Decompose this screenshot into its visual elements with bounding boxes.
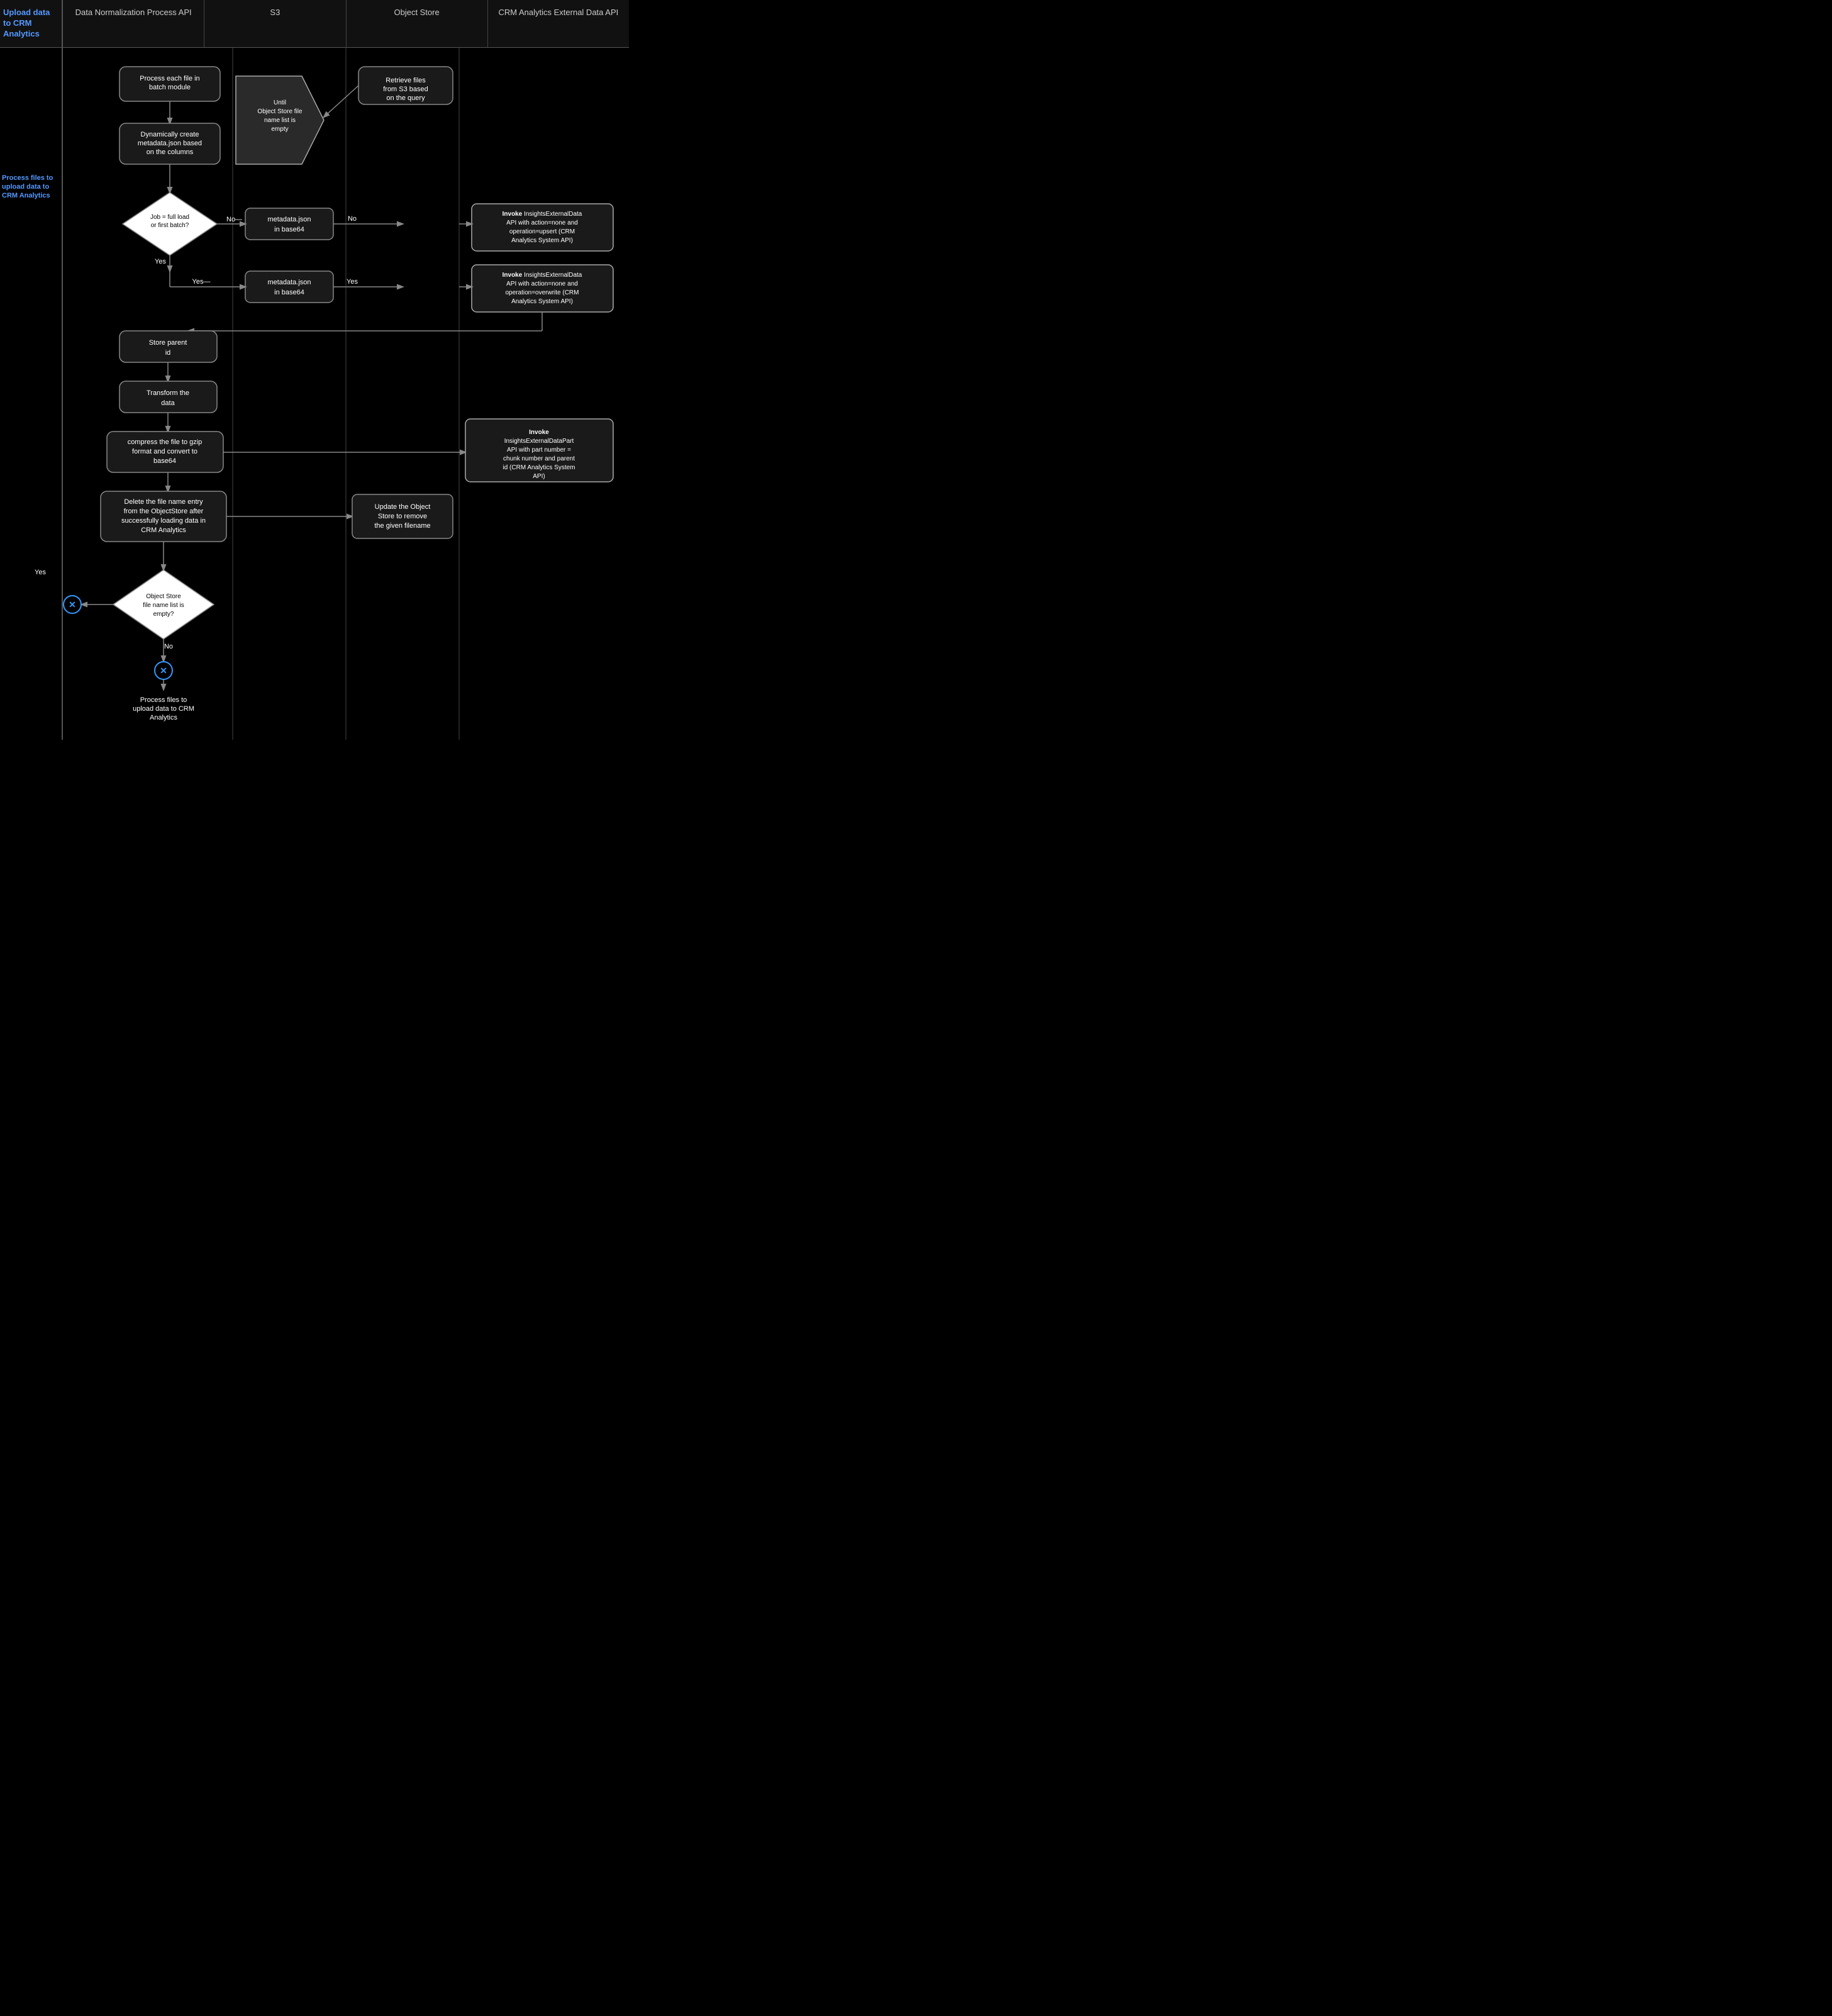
svg-text:Store parent: Store parent <box>149 339 187 347</box>
svg-text:Yes: Yes <box>347 278 358 286</box>
svg-text:API with action=none and: API with action=none and <box>506 281 578 287</box>
svg-text:on the columns: on the columns <box>147 148 194 156</box>
header-left-spacer: Upload data to CRM Analytics <box>0 0 63 47</box>
svg-text:Update the Object: Update the Object <box>375 503 431 511</box>
svg-text:Store to remove: Store to remove <box>378 513 427 520</box>
svg-text:base64: base64 <box>153 457 176 465</box>
svg-text:on the query: on the query <box>386 94 425 102</box>
svg-text:InsightsExternalDataPart: InsightsExternalDataPart <box>504 438 574 445</box>
svg-text:from the ObjectStore after: from the ObjectStore after <box>124 508 204 515</box>
svg-text:Until: Until <box>274 99 286 106</box>
svg-text:metadata.json based: metadata.json based <box>138 140 202 147</box>
svg-text:Dynamically create: Dynamically create <box>141 131 199 138</box>
diagram-svg: Process each file in batch module Until … <box>63 48 629 740</box>
svg-text:Analytics: Analytics <box>150 714 178 721</box>
svg-text:Delete the file name entry: Delete the file name entry <box>124 498 203 506</box>
svg-text:the given filename: the given filename <box>374 522 430 530</box>
svg-text:Process each file in: Process each file in <box>140 75 199 82</box>
lane2-header: S3 <box>204 0 346 47</box>
svg-text:name list is: name list is <box>264 117 296 124</box>
svg-text:Object Store file: Object Store file <box>257 108 303 115</box>
svg-text:operation=overwrite (CRM: operation=overwrite (CRM <box>506 289 579 296</box>
svg-text:Transform the: Transform the <box>147 389 189 397</box>
svg-text:metadata.json: metadata.json <box>267 216 311 223</box>
svg-text:batch module: batch module <box>149 84 191 91</box>
svg-text:in base64: in base64 <box>274 226 304 233</box>
svg-text:✕: ✕ <box>160 666 167 676</box>
svg-text:No—: No— <box>226 216 242 223</box>
svg-text:✕: ✕ <box>69 599 76 610</box>
diagram-area: Process each file in batch module Until … <box>63 48 629 740</box>
svg-text:API with part number =: API with part number = <box>507 447 571 454</box>
svg-text:Retrieve files: Retrieve files <box>386 77 426 84</box>
svg-text:empty?: empty? <box>153 611 174 618</box>
lane3-header: Object Store <box>347 0 488 47</box>
content-area: Process files to upload data to CRM Anal… <box>0 48 629 740</box>
svg-text:Object Store: Object Store <box>146 593 181 600</box>
svg-text:Process files to: Process files to <box>140 696 187 704</box>
left-label-yes: Yes <box>35 569 46 576</box>
svg-text:in base64: in base64 <box>274 289 304 296</box>
svg-text:format and convert to: format and convert to <box>132 448 197 455</box>
svg-text:file name list is: file name list is <box>143 602 184 609</box>
lane4-header: CRM Analytics External Data API <box>488 0 629 47</box>
left-label-process: Process files to upload data to CRM Anal… <box>2 174 58 201</box>
svg-text:data: data <box>161 399 175 407</box>
svg-text:API with action=none and: API with action=none and <box>506 220 578 226</box>
svg-text:Yes—: Yes— <box>192 278 211 286</box>
svg-text:from S3 based: from S3 based <box>383 86 428 93</box>
svg-text:empty: empty <box>271 126 288 133</box>
svg-text:Invoke InsightsExternalData: Invoke InsightsExternalData <box>502 211 582 218</box>
svg-text:No: No <box>348 215 357 223</box>
svg-text:metadata.json: metadata.json <box>267 279 311 286</box>
diagram-title: Upload data to CRM Analytics <box>3 8 50 38</box>
svg-text:Invoke: Invoke <box>529 429 549 436</box>
header-row: Upload data to CRM Analytics Data Normal… <box>0 0 629 48</box>
svg-text:successfully loading data in: successfully loading data in <box>121 517 206 525</box>
left-labels-col: Process files to upload data to CRM Anal… <box>0 48 63 740</box>
svg-text:Invoke InsightsExternalData: Invoke InsightsExternalData <box>502 272 582 279</box>
lane1-header: Data Normalization Process API <box>63 0 204 47</box>
svg-text:id (CRM Analytics System: id (CRM Analytics System <box>502 464 575 471</box>
svg-text:Job = full load: Job = full load <box>150 214 189 221</box>
svg-text:CRM Analytics: CRM Analytics <box>141 526 186 534</box>
svg-text:Analytics System API): Analytics System API) <box>511 237 573 244</box>
svg-text:chunk number and parent: chunk number and parent <box>503 455 575 462</box>
svg-text:upload data to CRM: upload data to CRM <box>133 705 194 713</box>
svg-text:compress the file to gzip: compress the file to gzip <box>128 438 203 446</box>
svg-text:operation=upsert (CRM: operation=upsert (CRM <box>509 228 575 235</box>
svg-text:No: No <box>164 643 173 650</box>
svg-text:id: id <box>165 349 171 357</box>
svg-text:Yes: Yes <box>155 258 166 265</box>
svg-text:or first batch?: or first batch? <box>151 222 189 229</box>
svg-text:API): API) <box>533 473 545 480</box>
svg-text:Analytics System API): Analytics System API) <box>511 298 573 305</box>
